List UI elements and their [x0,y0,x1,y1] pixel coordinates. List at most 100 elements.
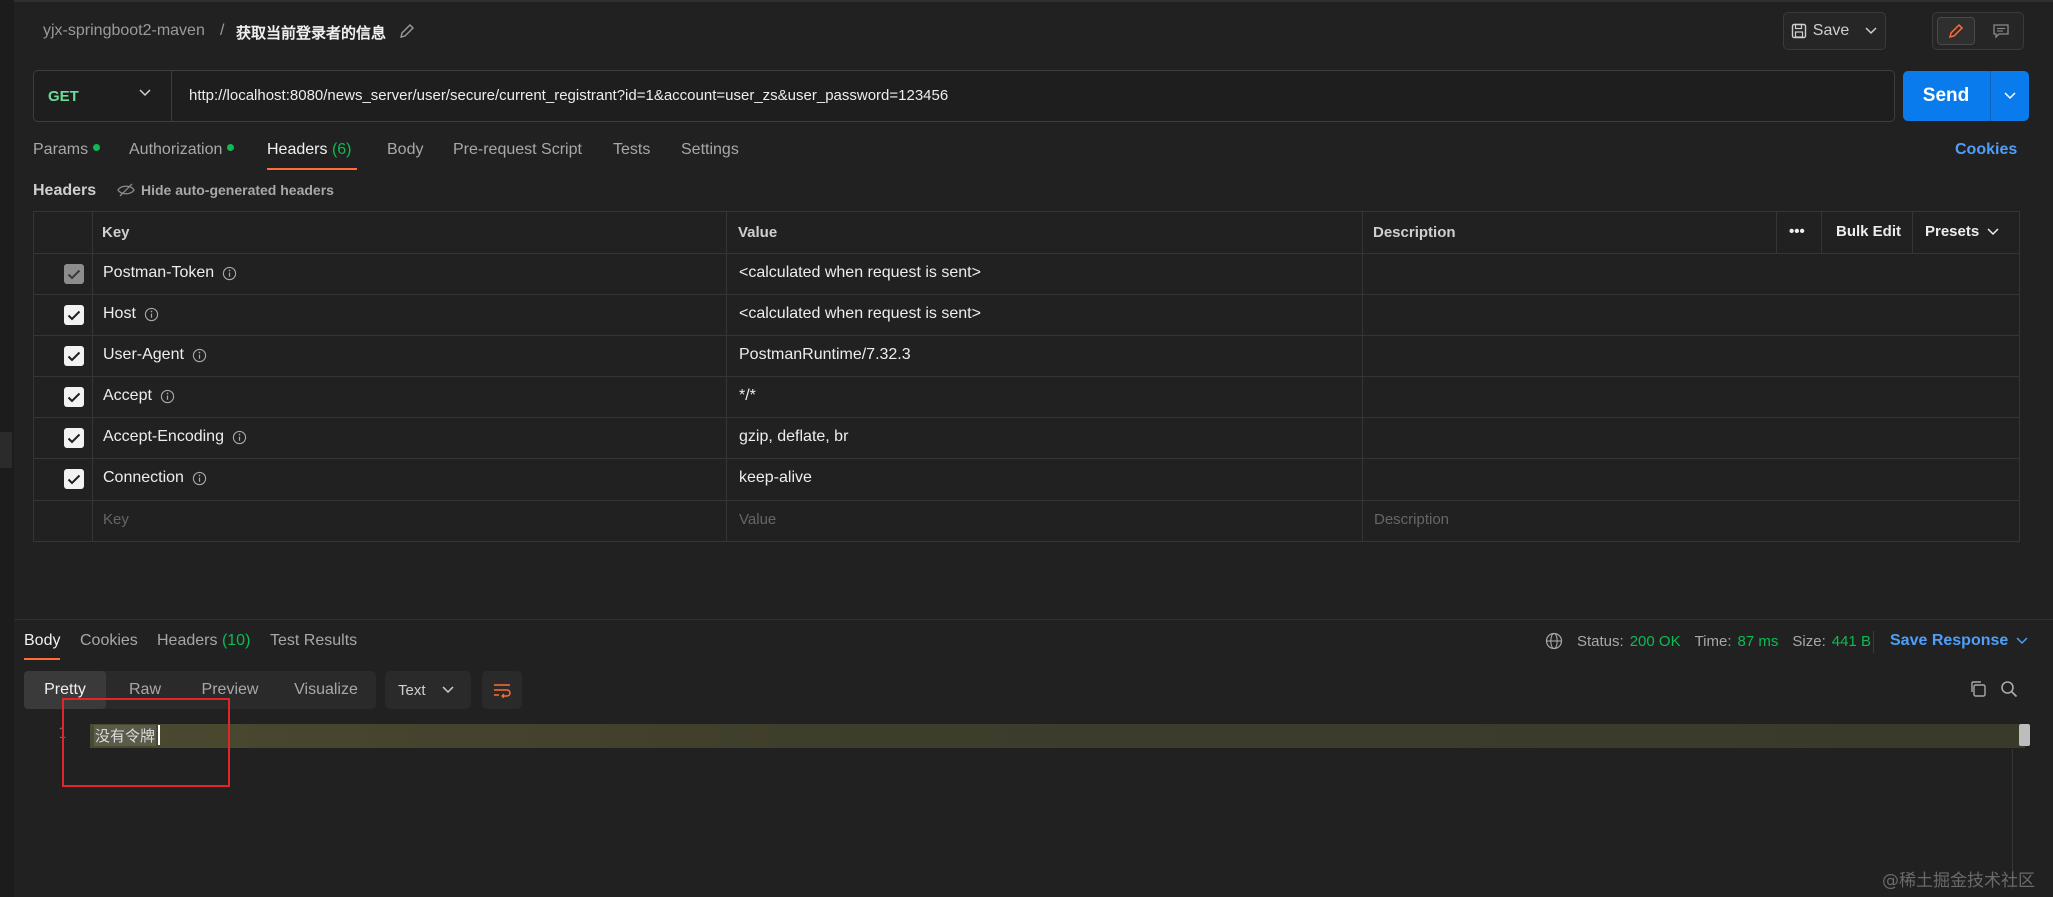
column-divider [1821,212,1822,254]
header-key-text: Host [103,305,136,322]
tab-params[interactable]: Params [33,141,101,159]
save-button[interactable]: Save [1784,13,1856,49]
table-row [34,254,2019,295]
globe-icon[interactable] [1545,632,1563,650]
left-edge-strip [0,0,14,897]
header-key-text: User-Agent [103,346,184,363]
header-value-cell[interactable]: */* [739,387,756,405]
header-key-cell[interactable]: Host [103,305,159,323]
table-header-row [34,212,2019,254]
pencil-icon[interactable] [398,22,416,40]
header-key-text: Accept-Encoding [103,428,224,445]
save-response-label: Save Response [1890,632,2009,649]
column-header-description: Description [1373,224,1456,241]
hide-auto-headers-toggle[interactable]: Hide auto-generated headers [117,182,334,198]
tab-authorization[interactable]: Authorization [129,141,235,159]
header-key-text: Postman-Token [103,264,215,281]
header-value-cell[interactable]: <calculated when request is sent> [739,305,981,323]
active-line-highlight [90,724,2025,748]
response-divider[interactable] [14,619,2053,620]
row-checkbox[interactable] [64,305,84,325]
row-checkbox[interactable] [64,264,84,284]
request-url-bar: GET http://localhost:8080/news_server/us… [33,70,1895,122]
column-divider [1362,212,1363,541]
info-icon [144,307,159,321]
hide-auto-headers-label: Hide auto-generated headers [141,182,334,198]
header-key-cell[interactable]: Postman-Token [103,264,237,282]
breadcrumb-separator: / [220,22,225,39]
status-value[interactable]: 200 OK [1630,633,1681,650]
response-tab-headers-label: Headers [157,632,218,649]
column-divider [1776,212,1777,254]
breadcrumb-collection[interactable]: yjx-springboot2-maven [43,22,205,40]
response-tab-headers[interactable]: Headers (10) [157,632,250,650]
request-name[interactable]: 获取当前登录者的信息 [236,22,386,43]
send-options-button[interactable] [1990,71,2029,121]
column-header-value: Value [738,224,778,241]
table-row [34,459,2019,501]
send-button[interactable]: Send [1903,71,1989,121]
new-key-input[interactable]: Key [103,511,129,528]
search-icon[interactable] [1999,679,2019,699]
save-label: Save [1812,22,1850,39]
tab-params-label: Params [33,141,89,158]
size-value[interactable]: 441 B [1832,633,1871,650]
language-value: Text [398,681,426,699]
format-visualize[interactable]: Visualize [276,671,376,709]
header-key-cell[interactable]: Connection [103,469,207,487]
new-description-input[interactable]: Description [1374,511,1449,528]
header-value-cell[interactable]: gzip, deflate, br [739,428,848,446]
save-options-button[interactable] [1856,13,1886,49]
tab-headers-count: (6) [331,141,352,158]
response-tab-cookies[interactable]: Cookies [80,632,138,650]
tab-body[interactable]: Body [387,141,423,159]
header-key-cell[interactable]: Accept-Encoding [103,428,247,446]
info-icon [232,430,247,444]
tab-headers[interactable]: Headers (6) [267,141,352,159]
save-response-dropdown[interactable]: Save Response [1890,632,2028,650]
chevron-down-icon [441,686,454,694]
tab-tests[interactable]: Tests [613,141,650,159]
time-label: Time: [1694,632,1732,650]
annotation-highlight-box [62,698,230,787]
tab-pre-request-script[interactable]: Pre-request Script [453,141,582,159]
header-value-cell[interactable]: keep-alive [739,469,812,487]
row-checkbox[interactable] [64,387,84,407]
row-checkbox[interactable] [64,346,84,366]
chevron-down-icon [139,89,151,97]
url-input[interactable]: http://localhost:8080/news_server/user/s… [189,87,948,104]
bulk-edit-button[interactable]: Bulk Edit [1836,223,1901,240]
copy-icon[interactable] [1968,679,1988,699]
comments-button[interactable] [1983,17,2019,45]
chevron-down-icon [2004,92,2016,100]
view-mode-toggle [1932,12,2024,50]
header-key-cell[interactable]: Accept [103,387,175,405]
method-select[interactable]: GET [34,71,172,121]
language-select[interactable]: Text [385,671,471,709]
new-value-input[interactable]: Value [739,511,776,528]
send-button-group: Send [1903,71,2029,121]
edit-mode-button[interactable] [1937,17,1975,45]
tab-settings[interactable]: Settings [681,141,739,159]
checkmark-icon [67,433,81,443]
column-divider [726,212,727,541]
response-tab-test-results[interactable]: Test Results [270,632,357,650]
pencil-icon [1948,23,1964,39]
time-value[interactable]: 87 ms [1738,633,1779,650]
word-wrap-button[interactable] [482,671,522,709]
header-key-cell[interactable]: User-Agent [103,346,207,364]
more-options-button[interactable]: ••• [1789,223,1805,240]
response-tab-body[interactable]: Body [24,632,60,650]
header-value-cell[interactable]: PostmanRuntime/7.32.3 [739,346,911,364]
row-checkbox[interactable] [64,469,84,489]
row-checkbox[interactable] [64,428,84,448]
header-key-text: Accept [103,387,152,404]
presets-dropdown[interactable]: Presets [1925,223,1999,240]
scrollbar-thumb[interactable] [2019,724,2030,746]
chevron-down-icon [2016,637,2028,645]
header-value-cell[interactable]: <calculated when request is sent> [739,264,981,282]
cookies-link[interactable]: Cookies [1955,141,2017,159]
wrap-icon [494,684,511,698]
meta-divider [1873,631,1874,653]
info-icon [192,471,207,485]
